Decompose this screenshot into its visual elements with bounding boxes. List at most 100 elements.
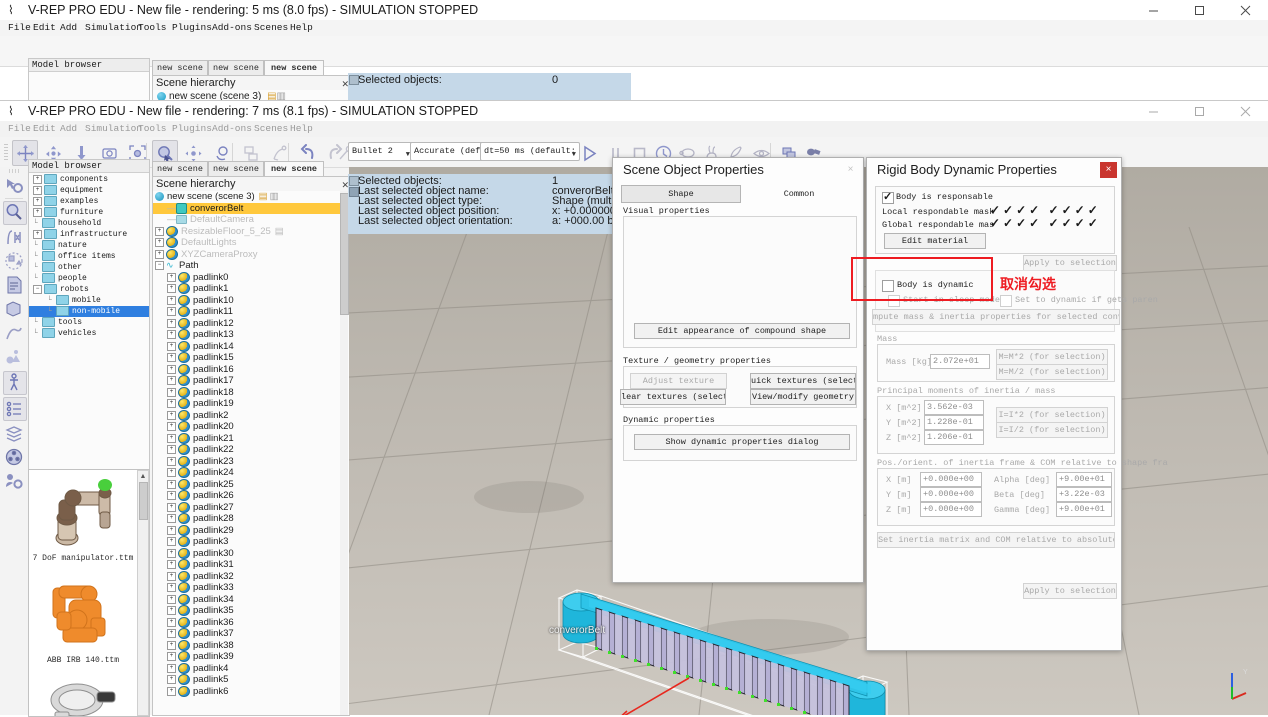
- menu-edit[interactable]: Edit: [33, 22, 56, 33]
- expand-toggle-icon[interactable]: +: [167, 364, 176, 374]
- expand-toggle-icon[interactable]: −: [155, 260, 164, 270]
- expand-toggle-icon[interactable]: +: [167, 675, 176, 684]
- minimize-icon[interactable]: [1130, 0, 1176, 20]
- expand-toggle-icon[interactable]: +: [167, 433, 176, 443]
- function-icon[interactable]: [4, 227, 24, 247]
- inertia-z-field[interactable]: 1.206e-01: [924, 430, 984, 445]
- layers-icon[interactable]: [4, 423, 24, 443]
- inertia-div-two-button[interactable]: I=I/2 (for selection): [996, 422, 1108, 438]
- scroll-up-arrow-icon[interactable]: ▲: [139, 472, 147, 481]
- expand-toggle-icon[interactable]: +: [167, 640, 176, 650]
- model-browser-tree[interactable]: + components + equipment + examples + furniture…: [29, 173, 149, 339]
- hierarchy-item[interactable]: + padlink33: [153, 582, 349, 594]
- hierarchy-item[interactable]: + padlink36: [153, 616, 349, 629]
- play-icon[interactable]: [576, 140, 602, 166]
- menu-plugins[interactable]: Plugins: [172, 123, 212, 134]
- menu-simulation[interactable]: Simulation: [85, 123, 142, 134]
- menu-addons[interactable]: Add-ons: [212, 123, 252, 134]
- mass-times-two-button[interactable]: M=M*2 (for selection): [996, 349, 1108, 365]
- hierarchy-item[interactable]: + padlink0: [153, 271, 349, 284]
- scene-object-properties-dialog[interactable]: Scene Object Properties × Shape Common V…: [612, 157, 864, 583]
- com-alpha-field[interactable]: +9.00e+01: [1056, 472, 1112, 487]
- edit-material-button[interactable]: Edit material: [884, 233, 986, 249]
- menu-help[interactable]: Help: [290, 22, 313, 33]
- geometry-icon[interactable]: [4, 299, 24, 319]
- hierarchy-item[interactable]: + padlink14: [153, 340, 349, 353]
- set-inertia-matrix-button[interactable]: Set inertia matrix and COM relative to a…: [877, 532, 1115, 548]
- hierarchy-item[interactable]: + padlink5: [153, 674, 349, 686]
- model-browser-item[interactable]: └ tools: [29, 317, 149, 328]
- dynamic-content-icon[interactable]: [4, 251, 24, 271]
- physics-engine-select[interactable]: Bullet 2 ▼: [348, 142, 414, 161]
- model-browser-item[interactable]: + examples: [29, 196, 149, 207]
- model-browser-item[interactable]: └ nature: [29, 240, 149, 251]
- local-respondable-mask-checks[interactable]: ✓✓✓✓ ✓✓✓✓: [990, 204, 1101, 216]
- menu-file[interactable]: File: [8, 123, 31, 134]
- scene-tab-1[interactable]: new scene: [152, 60, 208, 76]
- menu-scenes[interactable]: Scenes: [254, 22, 288, 33]
- hierarchy-item[interactable]: + padlink39: [153, 651, 349, 663]
- model-browser-item[interactable]: └ vehicles: [29, 328, 149, 339]
- hierarchy-item[interactable]: + padlink34: [153, 593, 349, 606]
- hierarchy-item[interactable]: + padlink31: [153, 559, 349, 571]
- hierarchy-item[interactable]: + padlink23: [153, 455, 349, 468]
- toolbar-grip[interactable]: [4, 144, 8, 160]
- expand-toggle-icon[interactable]: +: [167, 583, 176, 592]
- apply-to-selection-top-button[interactable]: Apply to selection: [1023, 255, 1117, 271]
- com-x-field[interactable]: +0.000e+00: [920, 472, 982, 487]
- hierarchy-item[interactable]: + padlink27: [153, 501, 349, 514]
- global-respondable-mask-checks[interactable]: ✓✓✓✓ ✓✓✓✓: [990, 217, 1101, 229]
- model-browser-item[interactable]: − robots: [29, 284, 149, 295]
- timestep-select[interactable]: dt=50 ms (default: ▼: [480, 142, 580, 161]
- toolbar-grip[interactable]: [9, 169, 21, 173]
- expand-toggle-icon[interactable]: +: [167, 284, 176, 293]
- hierarchy-item[interactable]: + padlink28: [153, 513, 349, 525]
- expand-toggle-icon[interactable]: +: [167, 548, 176, 558]
- menu-scenes[interactable]: Scenes: [254, 123, 288, 134]
- expand-toggle-icon[interactable]: +: [33, 229, 42, 239]
- expand-toggle-icon[interactable]: +: [167, 353, 176, 362]
- expand-toggle-icon[interactable]: +: [33, 174, 42, 184]
- scrollbar-thumb[interactable]: [139, 482, 148, 520]
- expand-toggle-icon[interactable]: +: [155, 238, 164, 247]
- expand-toggle-icon[interactable]: +: [167, 307, 176, 316]
- hierarchy-item[interactable]: + padlink19: [153, 398, 349, 410]
- hierarchy-item[interactable]: + DefaultLights: [153, 237, 349, 249]
- tab-common[interactable]: Common: [741, 185, 857, 203]
- model-browser-item[interactable]: └ mobile: [29, 295, 149, 306]
- hierarchy-item[interactable]: + padlink12: [153, 317, 349, 330]
- scene-tab-1[interactable]: new scene: [152, 161, 208, 177]
- hierarchy-item[interactable]: + padlink3: [153, 536, 349, 548]
- particles-icon[interactable]: [4, 347, 24, 367]
- magnifier-icon[interactable]: [3, 201, 27, 225]
- hierarchy-item[interactable]: + padlink16: [153, 363, 349, 376]
- model-browser-item[interactable]: + infrastructure: [29, 229, 149, 240]
- expand-toggle-icon[interactable]: +: [167, 571, 176, 581]
- hierarchy-item[interactable]: + padlink10: [153, 294, 349, 307]
- expand-toggle-icon[interactable]: +: [167, 525, 176, 535]
- inertia-x-field[interactable]: 3.562e-03: [924, 400, 984, 415]
- expand-toggle-icon[interactable]: +: [167, 502, 176, 512]
- model-browser-item[interactable]: └ household: [29, 218, 149, 229]
- menu-plugins[interactable]: Plugins: [172, 22, 212, 33]
- hierarchy-item[interactable]: + padlink2: [153, 409, 349, 422]
- hierarchy-item[interactable]: + padlink18: [153, 386, 349, 399]
- model-browser-item[interactable]: + equipment: [29, 185, 149, 196]
- expand-toggle-icon[interactable]: +: [167, 410, 176, 420]
- com-z-field[interactable]: +0.000e+00: [920, 502, 982, 517]
- model-browser-item[interactable]: └ office items: [29, 251, 149, 262]
- hierarchy-item[interactable]: + padlink4: [153, 662, 349, 675]
- expand-toggle-icon[interactable]: +: [167, 468, 176, 477]
- expand-toggle-icon[interactable]: +: [167, 330, 176, 339]
- expand-toggle-icon[interactable]: +: [167, 445, 176, 454]
- path-icon[interactable]: [4, 323, 24, 343]
- hierarchy-item[interactable]: + padlink13: [153, 329, 349, 341]
- hierarchy-item[interactable]: + padlink32: [153, 570, 349, 583]
- menu-file[interactable]: File: [8, 22, 31, 33]
- expand-toggle-icon[interactable]: +: [167, 341, 176, 351]
- menu-addons[interactable]: Add-ons: [212, 22, 252, 33]
- hierarchy-scene-root[interactable]: new scene (scene 3) ▤ ▥: [153, 191, 349, 203]
- model-browser-item[interactable]: └ non-mobile: [29, 306, 149, 317]
- expand-toggle-icon[interactable]: +: [167, 295, 176, 305]
- hierarchy-item[interactable]: + XYZCameraProxy: [153, 248, 349, 261]
